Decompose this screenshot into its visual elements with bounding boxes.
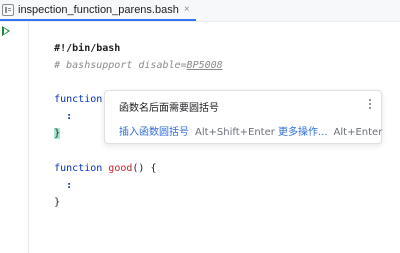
code-line-shebang: #!/bin/bash: [30, 25, 120, 54]
comment-rule-id: BP5008: [186, 60, 223, 71]
code-line-close-1: }: [30, 110, 61, 139]
colon-command: :: [66, 180, 73, 191]
editor-tab-bar: inspection_function_parens.bash ×: [0, 0, 400, 22]
comment-prefix: # bashsupport disable=: [54, 60, 187, 71]
inspection-popup: 函数名后面需要圆括号 插入函数圆括号 Alt+Shift+Enter 更多操作..…: [104, 90, 382, 144]
close-icon[interactable]: ×: [184, 4, 190, 15]
insert-parens-shortcut: Alt+Shift+Enter: [195, 127, 275, 138]
insert-parens-link[interactable]: 插入函数圆括号: [119, 127, 189, 138]
run-icon[interactable]: [2, 26, 10, 36]
more-actions-link[interactable]: 更多操作...: [278, 127, 328, 138]
code-line-body-2: :: [30, 162, 72, 191]
close-brace: }: [54, 128, 61, 139]
inspection-message: 函数名后面需要圆括号: [119, 103, 219, 114]
comment: # bashsupport disable=BP5008: [54, 60, 223, 71]
more-actions-shortcut: Alt+Enter: [333, 127, 383, 138]
function-name-good: good: [108, 163, 133, 174]
indent-guide: [28, 22, 29, 253]
file-tab[interactable]: inspection_function_parens.bash ×: [0, 0, 196, 21]
editor-gutter: [0, 22, 22, 253]
code-line-close-2: }: [30, 179, 60, 208]
insert-parens-action[interactable]: 插入函数圆括号 Alt+Shift+Enter: [119, 123, 275, 138]
code-line-function-good: function good() {: [30, 145, 156, 174]
more-vertical-icon[interactable]: [367, 97, 373, 111]
code-line-body-1: :: [30, 93, 72, 122]
code-line-comment: # bashsupport disable=BP5008: [30, 42, 223, 71]
tab-filename: inspection_function_parens.bash: [18, 3, 179, 16]
parens-brace: () {: [132, 163, 157, 174]
close-brace: }: [54, 197, 61, 208]
more-actions[interactable]: 更多操作... Alt+Enter: [278, 123, 382, 138]
colon-command: :: [66, 111, 73, 122]
file-icon: [2, 3, 14, 16]
